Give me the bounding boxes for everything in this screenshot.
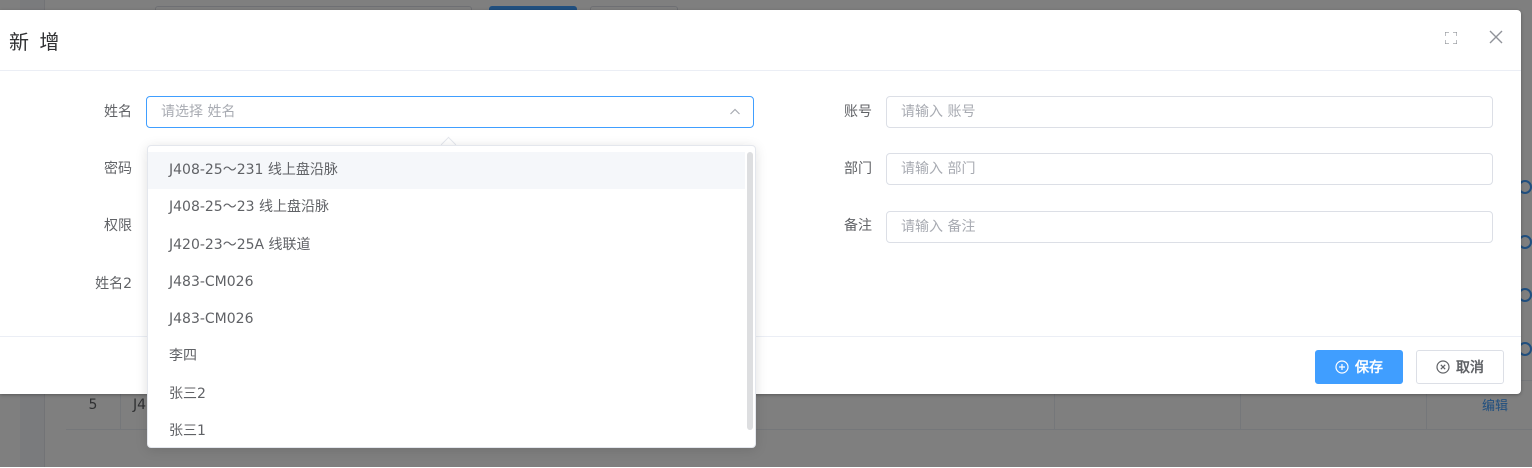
dropdown-option[interactable]: J483-CM026 <box>148 301 745 338</box>
remark-label: 备注 <box>844 218 872 234</box>
dropdown-option[interactable]: 张三1 <box>148 413 745 447</box>
name-select-input[interactable] <box>147 97 753 127</box>
dialog-title: 新 增 <box>9 30 62 54</box>
name2-label: 姓名2 <box>95 276 132 292</box>
password-label: 密码 <box>104 161 132 177</box>
dropdown-option[interactable]: 张三2 <box>148 376 745 413</box>
account-label: 账号 <box>844 104 872 120</box>
dropdown-option[interactable]: 李四 <box>148 338 745 375</box>
dropdown-option[interactable]: J483-CM026 <box>148 264 745 301</box>
fullscreen-icon[interactable] <box>1445 32 1457 44</box>
account-input[interactable] <box>887 97 1492 127</box>
dropdown-option[interactable]: J420-23～25A 线联道 <box>148 227 745 264</box>
dropdown-scrollbar[interactable] <box>747 152 753 430</box>
department-field[interactable] <box>886 153 1493 185</box>
name-label: 姓名 <box>104 104 132 120</box>
remark-input[interactable] <box>887 212 1492 242</box>
save-button[interactable]: 保存 <box>1315 350 1403 384</box>
plus-circle-icon <box>1335 360 1349 374</box>
close-circle-icon <box>1436 360 1450 374</box>
dialog-header: 新 增 <box>0 10 1521 71</box>
dropdown-list: J408-25～231 线上盘沿脉 J408-25～23 线上盘沿脉 J420-… <box>148 152 745 447</box>
account-field[interactable] <box>886 96 1493 128</box>
permission-label: 权限 <box>104 218 132 234</box>
department-input[interactable] <box>887 154 1492 184</box>
remark-field[interactable] <box>886 211 1493 243</box>
chevron-up-icon <box>730 108 740 115</box>
department-label: 部门 <box>844 161 872 177</box>
save-button-label: 保存 <box>1355 360 1383 376</box>
dropdown-option[interactable]: J408-25～23 线上盘沿脉 <box>148 189 745 226</box>
name-select[interactable] <box>146 96 754 128</box>
close-icon[interactable] <box>1489 30 1503 44</box>
cancel-button-label: 取消 <box>1456 360 1484 376</box>
dropdown-option[interactable]: J408-25～231 线上盘沿脉 <box>148 152 745 190</box>
name-dropdown: J408-25～231 线上盘沿脉 J408-25～23 线上盘沿脉 J420-… <box>147 145 756 448</box>
cancel-button[interactable]: 取消 <box>1416 350 1504 384</box>
